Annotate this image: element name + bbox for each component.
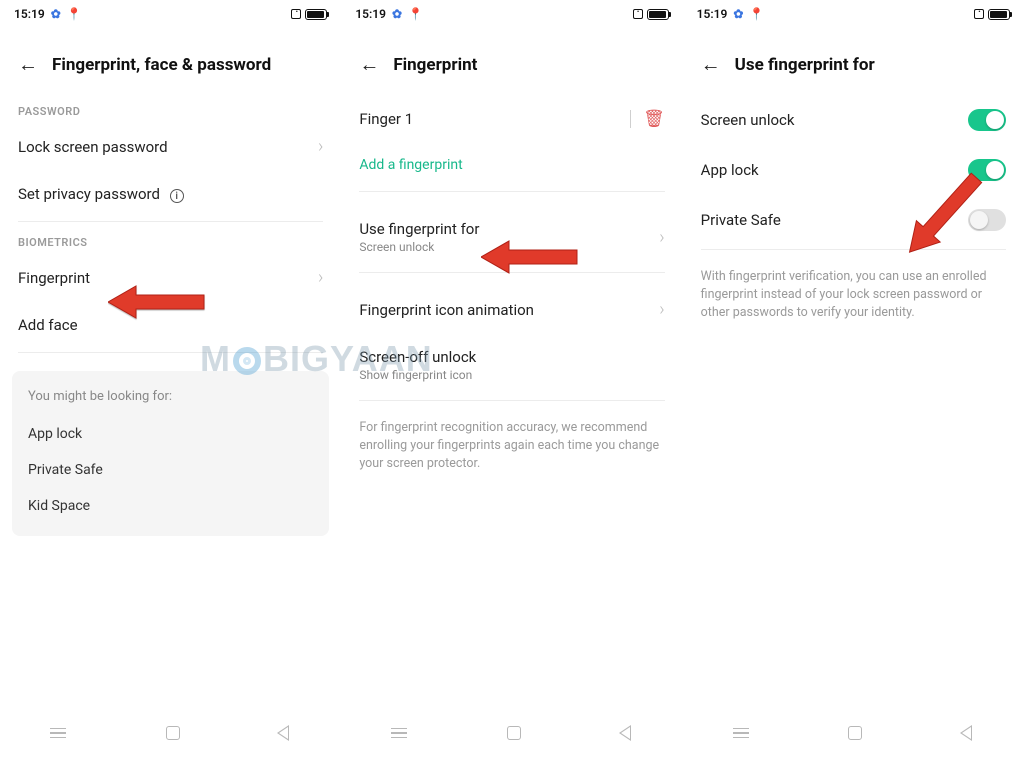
nav-recent-icon[interactable] (50, 728, 66, 739)
status-bar: 15:19 ✿ 📍 (0, 0, 341, 28)
chevron-right-icon: › (318, 267, 323, 288)
row-label: Fingerprint (18, 269, 90, 287)
suggestion-item[interactable]: Private Safe (28, 452, 313, 488)
row-fingerprint-icon-animation[interactable]: Fingerprint icon animation › (341, 277, 682, 334)
status-time: 15:19 (14, 7, 45, 21)
status-bar: 15:19 ✿ 📍 (341, 0, 682, 28)
chevron-right-icon: › (659, 227, 664, 248)
gear-icon: ✿ (733, 7, 743, 21)
battery-icon (988, 9, 1010, 20)
header: ← Use fingerprint for (683, 28, 1024, 95)
row-use-fingerprint-for[interactable]: Use fingerprint for Screen unlock › (341, 196, 682, 268)
row-label: Finger 1 (359, 110, 413, 128)
phone-screen-3: 15:19 ✿ 📍 ← Use fingerprint for Screen u… (683, 0, 1024, 759)
row-label: Use fingerprint for (359, 220, 479, 238)
phone-screen-1: 15:19 ✿ 📍 ← Fingerprint, face & password… (0, 0, 341, 759)
status-bar: 15:19 ✿ 📍 (683, 0, 1024, 28)
toggle-app-lock[interactable] (968, 159, 1006, 181)
gear-icon: ✿ (51, 7, 61, 21)
toggle-screen-unlock[interactable] (968, 109, 1006, 131)
nav-home-icon[interactable] (507, 726, 521, 740)
info-icon: i (170, 189, 184, 203)
row-lock-screen-password[interactable]: Lock screen password › (0, 122, 341, 171)
suggestions-title: You might be looking for: (28, 389, 313, 404)
description-text: For fingerprint recognition accuracy, we… (341, 405, 682, 487)
row-label: App lock (701, 161, 759, 179)
gear-icon: ✿ (392, 7, 402, 21)
chevron-right-icon: › (318, 136, 323, 157)
location-icon: 📍 (67, 7, 82, 21)
row-label: Screen-off unlock (359, 348, 476, 366)
nav-back-icon[interactable] (621, 725, 633, 741)
divider (359, 272, 664, 273)
nav-back-icon[interactable] (279, 725, 291, 741)
divider (18, 221, 323, 222)
row-label: Screen unlock (701, 111, 795, 129)
row-fingerprint[interactable]: Fingerprint › (0, 253, 341, 302)
page-title: Use fingerprint for (735, 55, 875, 75)
nav-home-icon[interactable] (848, 726, 862, 740)
row-screen-unlock[interactable]: Screen unlock (683, 95, 1024, 145)
divider (359, 191, 664, 192)
toggle-private-safe[interactable] (968, 209, 1006, 231)
row-sublabel: Screen unlock (359, 240, 479, 254)
header: ← Fingerprint, face & password (0, 28, 341, 95)
divider (18, 352, 323, 353)
row-label: Set privacy password i (18, 185, 184, 203)
location-icon: 📍 (408, 7, 423, 21)
notch-icon (974, 9, 984, 19)
row-add-fingerprint[interactable]: Add a fingerprint (341, 143, 682, 187)
divider (359, 400, 664, 401)
nav-bar (683, 713, 1024, 753)
divider (701, 249, 1006, 250)
battery-icon (305, 9, 327, 20)
row-app-lock[interactable]: App lock (683, 145, 1024, 195)
row-private-safe[interactable]: Private Safe (683, 195, 1024, 245)
location-icon: 📍 (749, 7, 764, 21)
row-set-privacy-password[interactable]: Set privacy password i (0, 171, 341, 217)
status-time: 15:19 (355, 7, 386, 21)
notch-icon (291, 9, 301, 19)
row-label: Add a fingerprint (359, 157, 462, 173)
back-button[interactable]: ← (18, 52, 38, 77)
nav-back-icon[interactable] (962, 725, 974, 741)
row-screen-off-unlock[interactable]: Screen-off unlock Show fingerprint icon (341, 334, 682, 396)
section-label-password: PASSWORD (0, 95, 341, 122)
suggestion-item[interactable]: App lock (28, 416, 313, 452)
back-button[interactable]: ← (359, 52, 379, 77)
row-label: Fingerprint icon animation (359, 301, 534, 319)
nav-bar (341, 713, 682, 753)
status-time: 15:19 (697, 7, 728, 21)
nav-recent-icon[interactable] (733, 728, 749, 739)
row-label: Private Safe (701, 211, 781, 229)
row-label: Lock screen password (18, 138, 168, 156)
phone-screen-2: 15:19 ✿ 📍 ← Fingerprint Finger 1 🗑 Add a… (341, 0, 682, 759)
description-text: With fingerprint verification, you can u… (683, 254, 1024, 336)
suggestion-item[interactable]: Kid Space (28, 488, 313, 524)
notch-icon (633, 9, 643, 19)
suggestions-card: You might be looking for: App lock Priva… (12, 371, 329, 536)
page-title: Fingerprint, face & password (52, 55, 271, 75)
battery-icon (647, 9, 669, 20)
trash-icon[interactable]: 🗑 (643, 109, 665, 129)
nav-home-icon[interactable] (166, 726, 180, 740)
separator (630, 110, 631, 128)
nav-recent-icon[interactable] (391, 728, 407, 739)
header: ← Fingerprint (341, 28, 682, 95)
chevron-right-icon: › (659, 299, 664, 320)
nav-bar (0, 713, 341, 753)
back-button[interactable]: ← (701, 52, 721, 77)
row-sublabel: Show fingerprint icon (359, 368, 476, 382)
page-title: Fingerprint (393, 55, 477, 75)
section-label-biometrics: BIOMETRICS (0, 226, 341, 253)
row-add-face[interactable]: Add face (0, 302, 341, 348)
row-label: Add face (18, 316, 78, 334)
row-finger-1[interactable]: Finger 1 🗑 (341, 95, 682, 143)
